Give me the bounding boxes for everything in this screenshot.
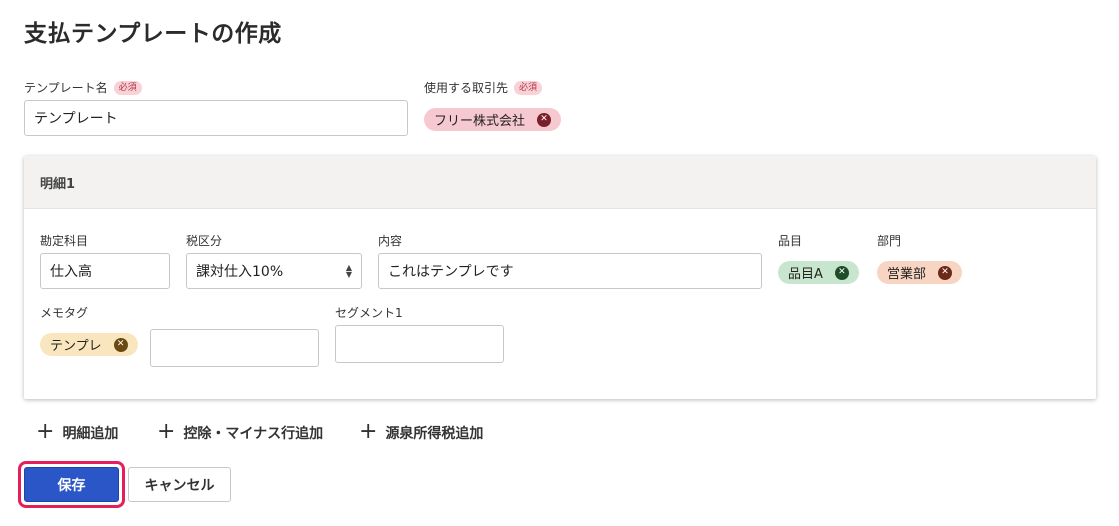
memo-tag-label: メモタグ	[40, 306, 89, 320]
item-tag: 品目A ✕	[778, 261, 859, 284]
plus-icon: +	[359, 419, 378, 444]
plus-icon: +	[36, 419, 55, 444]
select-arrows-icon: ▲ ▼	[345, 263, 352, 279]
page-title: 支払テンプレートの作成	[24, 21, 282, 47]
add-deduction-button[interactable]: + 控除・マイナス行追加	[157, 419, 323, 444]
cancel-button[interactable]: キャンセル	[128, 467, 231, 502]
template-name-label: テンプレート名 必須	[24, 79, 142, 96]
memo-tag-chip: テンプレ ✕	[40, 333, 138, 356]
department-tag: 営業部 ✕	[877, 261, 963, 284]
detail-card: 明細1 勘定科目 仕入高 税区分 課対仕入10% ▲ ▼ 内容 これはテンプレです…	[24, 156, 1096, 399]
template-name-input[interactable]: テンプレート	[24, 100, 408, 136]
remove-x-icon[interactable]: ✕	[113, 337, 128, 352]
required-badge: 必須	[514, 80, 543, 95]
add-detail-button[interactable]: + 明細追加	[36, 419, 118, 444]
remove-x-icon[interactable]: ✕	[537, 112, 552, 127]
segment1-input[interactable]	[335, 325, 504, 363]
required-badge: 必須	[113, 80, 142, 95]
memo-tag-input[interactable]	[150, 329, 319, 367]
account-input[interactable]: 仕入高	[40, 253, 170, 289]
content-label: 内容	[378, 234, 403, 248]
tax-label: 税区分	[186, 234, 223, 248]
save-button[interactable]: 保存	[24, 467, 119, 502]
partner-tag: フリー株式会社 ✕	[424, 108, 562, 131]
tax-select[interactable]: 課対仕入10% ▲ ▼	[186, 253, 362, 289]
account-label: 勘定科目	[40, 234, 89, 248]
remove-x-icon[interactable]: ✕	[938, 265, 953, 280]
remove-x-icon[interactable]: ✕	[834, 265, 849, 280]
content-input[interactable]: これはテンプレです	[378, 253, 762, 289]
plus-icon: +	[157, 419, 176, 444]
partner-label: 使用する取引先 必須	[424, 79, 543, 96]
segment1-label: セグメント1	[335, 306, 403, 320]
department-label: 部門	[877, 234, 902, 248]
item-label: 品目	[778, 234, 803, 248]
detail-header: 明細1	[24, 156, 1096, 209]
add-withholding-button[interactable]: + 源泉所得税追加	[359, 419, 483, 444]
